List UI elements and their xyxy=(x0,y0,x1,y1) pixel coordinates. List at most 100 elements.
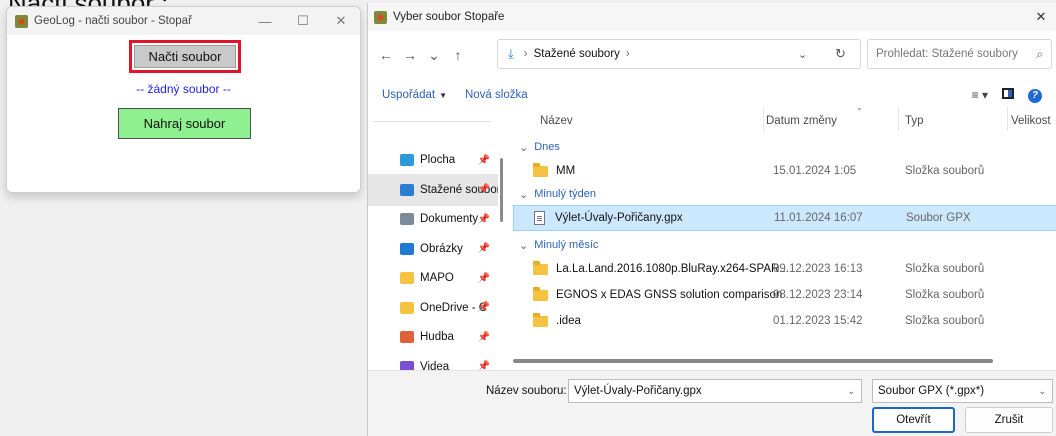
column-header-name[interactable]: Název xyxy=(540,115,573,137)
horizontal-scrollbar[interactable] xyxy=(513,359,993,363)
organize-button[interactable]: Uspořádat ▼ xyxy=(382,89,447,101)
music-icon xyxy=(400,331,414,343)
folder-icon xyxy=(400,301,414,314)
sidebar-item[interactable]: OneDrive - Č 📌 xyxy=(368,292,498,324)
dialog-toolbar: Uspořádat ▼ Nová složka ≡ ▾ ? xyxy=(368,83,1056,107)
app-close-button[interactable]: ✕ xyxy=(322,13,360,29)
download-icon xyxy=(400,183,414,196)
table-row[interactable]: Výlet-Úvaly-Pořičany.gpx 11.01.2024 16:07… xyxy=(513,205,1056,231)
group-chevron-icon: ⌄ xyxy=(519,239,529,252)
filename-input[interactable]: Výlet-Úvaly-Pořičany.gpx ⌄ xyxy=(568,379,862,403)
app-logo-icon xyxy=(15,14,28,28)
group-label: Minulý měsíc xyxy=(534,239,599,251)
file-date: 15.01.2024 1:05 xyxy=(773,165,857,177)
group-label: Dnes xyxy=(534,141,560,153)
search-icon: ⌕ xyxy=(1036,46,1043,61)
column-header-size[interactable]: Velikost xyxy=(1011,115,1055,137)
filename-dropdown-icon[interactable]: ⌄ xyxy=(847,386,855,397)
group-chevron-icon: ⌄ xyxy=(519,141,529,154)
sidebar-item[interactable]: Obrázky 📌 xyxy=(368,233,498,265)
sidebar-item[interactable]: MAPO 📌 xyxy=(368,262,498,294)
group-header[interactable]: ⌄ Minulý měsíc xyxy=(513,235,1056,255)
file-icon xyxy=(534,211,545,225)
sidebar-item[interactable]: Dokumenty 📌 xyxy=(368,203,498,235)
file-status: -- žádný soubor -- xyxy=(136,82,231,96)
dialog-close-button[interactable]: ✕ xyxy=(1026,9,1056,25)
sidebar-item[interactable]: Hudba 📌 xyxy=(368,321,498,353)
file-name: MM xyxy=(556,165,576,177)
download-icon: ⤓ xyxy=(508,46,514,61)
app-titlebar: GeoLog - načti soubor - Stopař — ☐ ✕ xyxy=(7,7,360,35)
pin-icon[interactable]: 📌 xyxy=(478,155,490,166)
table-row[interactable]: EGNOS x EDAS GNSS solution comparison 08.… xyxy=(513,282,1056,308)
breadcrumb-separator: › xyxy=(523,48,528,60)
view-options-icon[interactable]: ≡ ▾ xyxy=(972,88,988,102)
load-file-button[interactable]: Načti soubor xyxy=(134,45,236,68)
folder-icon xyxy=(533,260,548,275)
breadcrumb-separator: › xyxy=(625,48,630,60)
new-folder-button[interactable]: Nová složka xyxy=(465,89,528,101)
pin-icon[interactable]: 📌 xyxy=(478,243,490,254)
search-placeholder: Prohledat: Stažené soubory xyxy=(876,48,1018,60)
file-type: Složka souborů xyxy=(905,165,985,177)
file-type: Složka souborů xyxy=(905,289,985,301)
desktop-icon xyxy=(400,154,414,166)
dialog-title: Vyber soubor Stopaře xyxy=(393,11,505,23)
pin-icon[interactable]: 📌 xyxy=(478,184,490,195)
file-date: 08.12.2023 23:14 xyxy=(773,289,863,301)
app-title: GeoLog - načti soubor - Stopař xyxy=(34,15,192,27)
open-button[interactable]: Otevřít xyxy=(872,407,955,433)
up-arrow-icon[interactable]: ↑ xyxy=(446,47,470,63)
search-input[interactable]: Prohledat: Stažené soubory ⌕ xyxy=(867,39,1052,69)
group-label: Minulý týden xyxy=(534,188,596,200)
sidebar-scrollbar[interactable] xyxy=(500,158,503,222)
file-name: La.La.Land.2016.1080p.BluRay.x264-SPAR..… xyxy=(556,263,789,275)
upload-file-button[interactable]: Nahraj soubor xyxy=(118,108,251,139)
breadcrumb-folder[interactable]: Stažené soubory xyxy=(534,48,620,60)
filter-dropdown-icon: ⌄ xyxy=(1038,385,1046,396)
sidebar-item[interactable]: Plocha 📌 xyxy=(368,144,498,176)
document-icon xyxy=(400,213,414,225)
pin-icon[interactable]: 📌 xyxy=(478,214,490,225)
file-type-filter[interactable]: Soubor GPX (*.gpx*) ⌄ xyxy=(872,379,1053,403)
minimize-button[interactable]: — xyxy=(246,14,284,29)
folder-icon xyxy=(533,286,548,301)
table-row[interactable]: .idea 01.12.2023 15:42 Složka souborů xyxy=(513,308,1056,334)
file-type: Soubor GPX xyxy=(906,212,971,224)
maximize-button[interactable]: ☐ xyxy=(284,13,322,29)
group-chevron-icon: ⌄ xyxy=(519,188,529,201)
back-arrow-icon[interactable]: ← xyxy=(374,47,398,63)
dialog-titlebar: Vyber soubor Stopaře ✕ xyxy=(368,3,1056,31)
pin-icon[interactable]: 📌 xyxy=(478,332,490,343)
dialog-footer: Název souboru: Výlet-Úvaly-Pořičany.gpx … xyxy=(368,370,1056,436)
sort-chevron-icon: ⌄ xyxy=(856,103,863,112)
cancel-button[interactable]: Zrušit xyxy=(965,407,1053,433)
file-date: 09.12.2023 16:13 xyxy=(773,263,863,275)
navigation-bar: ← → ⌄ ↑ ⤓ › Stažené soubory › ⌄ ↻ Prohle… xyxy=(368,37,1056,73)
app-logo-icon xyxy=(374,10,387,24)
forward-arrow-icon[interactable]: → xyxy=(398,47,422,63)
pictures-icon xyxy=(400,242,414,255)
refresh-icon[interactable]: ↻ xyxy=(835,46,846,62)
column-header-type[interactable]: Typ xyxy=(905,115,924,137)
sidebar-item[interactable]: Stažené soubory 📌 xyxy=(368,173,498,206)
table-row[interactable]: MM 15.01.2024 1:05 Složka souborů xyxy=(513,158,1056,184)
folder-icon xyxy=(400,272,414,284)
preview-pane-icon[interactable] xyxy=(1002,88,1014,102)
file-type-value: Soubor GPX (*.gpx*) xyxy=(878,385,985,397)
folder-icon xyxy=(533,312,548,327)
recent-locations-icon[interactable]: ⌄ xyxy=(422,47,446,64)
pin-icon[interactable]: 📌 xyxy=(478,302,490,313)
help-icon[interactable]: ? xyxy=(1028,87,1042,103)
geolog-window: GeoLog - načti soubor - Stopař — ☐ ✕ Nač… xyxy=(6,6,361,193)
column-header-date[interactable]: Datum změny xyxy=(766,115,837,137)
file-name: EGNOS x EDAS GNSS solution comparison xyxy=(556,289,783,301)
address-bar[interactable]: ⤓ › Stažené soubory › ⌄ ↻ xyxy=(497,39,861,69)
file-date: 11.01.2024 16:07 xyxy=(774,212,863,224)
pin-icon[interactable]: 📌 xyxy=(478,273,490,284)
file-name: .idea xyxy=(556,315,581,327)
address-dropdown-icon[interactable]: ⌄ xyxy=(798,48,807,61)
group-header[interactable]: ⌄ Dnes xyxy=(513,137,1056,157)
group-header[interactable]: ⌄ Minulý týden xyxy=(513,184,1056,204)
table-row[interactable]: La.La.Land.2016.1080p.BluRay.x264-SPAR..… xyxy=(513,256,1056,282)
